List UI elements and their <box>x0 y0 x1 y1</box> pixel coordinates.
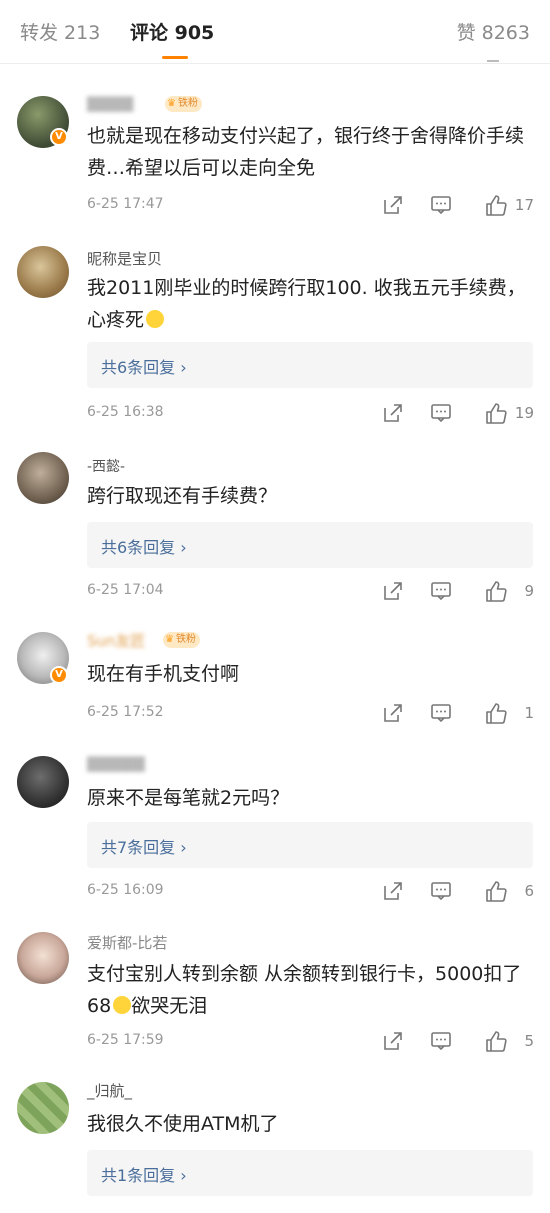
comment-item: V ▇▇▇▇ ♛ 铁粉 也就是现在移动支付兴起了，银行终于舍得降价手续费…希望以后… <box>0 84 550 232</box>
tab-forward[interactable]: 转发 213 <box>20 18 100 45</box>
comment-time: 6-25 16:09 <box>87 882 164 898</box>
username[interactable]: Sun友匠 <box>87 630 146 651</box>
username[interactable]: 昵称是宝贝 <box>87 248 162 269</box>
comment-item: 昵称是宝贝 我2011刚毕业的时候跨行取100. 收我五元手续费，心疼死 共6条… <box>0 236 550 432</box>
sad-emoji-icon <box>113 996 132 1014</box>
comment-actions: 5 <box>334 1030 534 1054</box>
comment-text: 我2011刚毕业的时候跨行取100. 收我五元手续费，心疼死 <box>87 277 526 331</box>
comment-text: 我很久不使用ATM机了 <box>87 1113 279 1135</box>
comment-time: 6-25 17:59 <box>87 1032 164 1048</box>
comment-actions: 9 <box>334 580 534 604</box>
laugh-cry-emoji-icon <box>146 310 165 328</box>
like-icon[interactable] <box>484 702 508 726</box>
avatar[interactable] <box>17 246 69 298</box>
comment-tabs: 转发 213 评论 905 赞 8263 <box>0 0 550 64</box>
like-count: 9 <box>524 582 534 600</box>
reply-expander[interactable]: 共7条回复 › <box>87 822 533 868</box>
like-count: 1 <box>524 704 534 722</box>
username[interactable]: 爱斯都-比若 <box>87 932 167 953</box>
comment-actions: 19 <box>334 402 534 426</box>
crown-icon: ♛ <box>167 98 176 109</box>
like-icon[interactable] <box>484 880 508 904</box>
like-count: 6 <box>524 882 534 900</box>
username[interactable]: ▇▇▇▇ <box>87 94 157 112</box>
comment-time: 6-25 17:52 <box>87 704 164 720</box>
comment-icon[interactable] <box>430 194 452 218</box>
avatar[interactable] <box>17 756 69 808</box>
fan-badge: ♛ 铁粉 <box>165 96 202 112</box>
reply-expander[interactable]: 共6条回复 › <box>87 522 533 568</box>
comment-item: ▇▇▇▇▇ 原来不是每笔就2元吗？ 共7条回复 › 6-25 16:09 6 <box>0 746 550 910</box>
comment-item: _归航_ 我很久不使用ATM机了 共1条回复 › <box>0 1074 550 1213</box>
comment-item: V Sun友匠 ♛ 铁粉 现在有手机支付啊 6-25 17:52 1 <box>0 624 550 736</box>
comment-icon[interactable] <box>430 580 452 604</box>
share-icon[interactable] <box>382 580 404 604</box>
avatar[interactable] <box>17 1082 69 1134</box>
like-count: 17 <box>514 196 534 214</box>
comment-time: 6-25 17:47 <box>87 196 164 212</box>
share-icon[interactable] <box>382 402 404 426</box>
like-icon[interactable] <box>484 194 508 218</box>
comment-text: 原来不是每笔就2元吗？ <box>87 787 290 809</box>
avatar[interactable] <box>17 932 69 984</box>
comment-item: -西懿- 跨行取现还有手续费？ 共6条回复 › 6-25 17:04 9 <box>0 444 550 614</box>
comment-text: 现在有手机支付啊 <box>87 663 240 685</box>
comment-time: 6-25 16:38 <box>87 404 164 420</box>
tab-comments[interactable]: 评论 905 <box>130 18 214 45</box>
comment-time: 6-25 17:04 <box>87 582 164 598</box>
tab-likes[interactable]: 赞 8263 <box>457 18 530 45</box>
avatar[interactable] <box>17 452 69 504</box>
comment-text: 支付宝别人转到余额 从余额转到银行卡，5000扣了68 欲哭无泪 <box>87 963 522 1017</box>
like-icon[interactable] <box>484 580 508 604</box>
comment-icon[interactable] <box>430 402 452 426</box>
comment-actions: 1 <box>334 702 534 726</box>
share-icon[interactable] <box>382 194 404 218</box>
divider <box>487 60 499 62</box>
share-icon[interactable] <box>382 702 404 726</box>
crown-icon: ♛ <box>165 634 174 645</box>
comment-icon[interactable] <box>430 702 452 726</box>
username[interactable]: ▇▇▇▇▇ <box>87 754 167 772</box>
comment-actions: 6 <box>334 880 534 904</box>
like-count: 19 <box>514 404 534 422</box>
username[interactable]: _归航_ <box>87 1080 132 1101</box>
verified-badge-icon: V <box>50 666 68 684</box>
fan-badge: ♛ 铁粉 <box>163 632 200 648</box>
share-icon[interactable] <box>382 880 404 904</box>
comment-text: 也就是现在移动支付兴起了，银行终于舍得降价手续费…希望以后可以走向全免 <box>87 125 525 179</box>
active-tab-indicator <box>162 56 188 59</box>
like-icon[interactable] <box>484 1030 508 1054</box>
comment-icon[interactable] <box>430 1030 452 1054</box>
share-icon[interactable] <box>382 1030 404 1054</box>
verified-badge-icon: V <box>50 128 68 146</box>
comment-text: 跨行取现还有手续费？ <box>87 485 278 507</box>
comment-actions: 17 <box>334 194 534 218</box>
username[interactable]: -西懿- <box>87 456 125 476</box>
reply-expander[interactable]: 共6条回复 › <box>87 342 533 388</box>
comment-item: 爱斯都-比若 支付宝别人转到余额 从余额转到银行卡，5000扣了68 欲哭无泪 6… <box>0 922 550 1062</box>
reply-expander[interactable]: 共1条回复 › <box>87 1150 533 1196</box>
like-icon[interactable] <box>484 402 508 426</box>
comment-icon[interactable] <box>430 880 452 904</box>
like-count: 5 <box>524 1032 534 1050</box>
